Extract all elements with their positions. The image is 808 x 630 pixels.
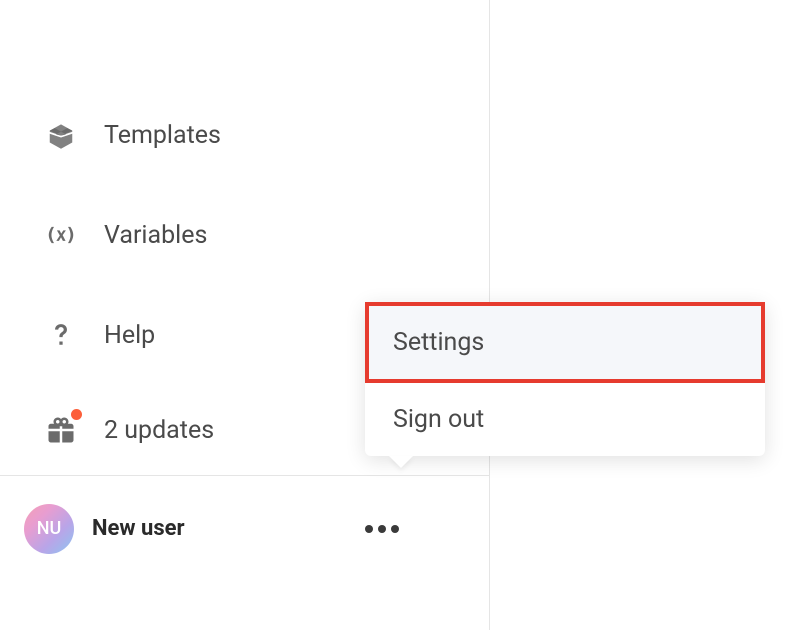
avatar-initials: NU bbox=[37, 518, 62, 539]
sidebar-item-label: Templates bbox=[104, 121, 221, 150]
sidebar-item-label: Help bbox=[104, 321, 155, 350]
menu-item-label: Sign out bbox=[393, 405, 484, 434]
more-button[interactable] bbox=[365, 525, 399, 533]
sidebar-item-label: 2 updates bbox=[104, 416, 214, 445]
user-row[interactable]: NU New user bbox=[0, 476, 489, 581]
menu-item-label: Settings bbox=[393, 328, 484, 357]
variable-icon bbox=[43, 217, 79, 253]
user-menu-popup: Settings Sign out bbox=[365, 302, 765, 456]
box-open-icon bbox=[43, 117, 79, 153]
sidebar-item-variables[interactable]: Variables bbox=[0, 185, 489, 285]
avatar: NU bbox=[24, 504, 74, 554]
question-icon bbox=[43, 317, 79, 353]
gift-icon bbox=[43, 412, 79, 448]
popup-tail bbox=[389, 456, 413, 468]
user-name: New user bbox=[92, 516, 185, 541]
menu-item-signout[interactable]: Sign out bbox=[365, 383, 765, 456]
sidebar-item-templates[interactable]: Templates bbox=[0, 85, 489, 185]
menu-item-settings[interactable]: Settings bbox=[365, 302, 765, 383]
sidebar-item-label: Variables bbox=[104, 221, 207, 250]
notification-badge bbox=[71, 409, 82, 420]
